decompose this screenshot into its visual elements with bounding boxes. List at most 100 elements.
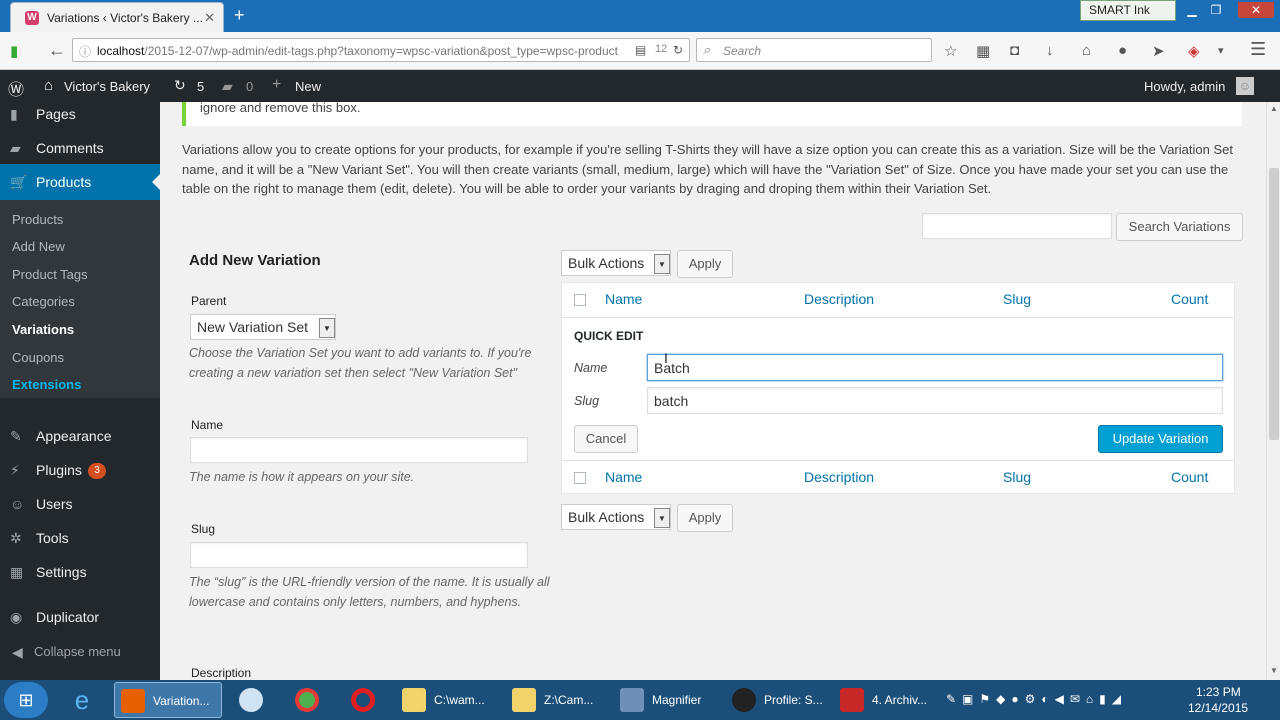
taskbar-item-explorer-cam[interactable]: Z:\Cam...	[506, 682, 610, 718]
howdy-text[interactable]: Howdy, admin	[1144, 79, 1225, 94]
reload-icon[interactable]: ↻	[673, 43, 683, 57]
taskbar-item-explorer-wamp[interactable]: C:\wam...	[396, 682, 510, 718]
submenu-product-tags[interactable]: Product Tags	[12, 267, 88, 282]
chat-icon[interactable]: ●	[1118, 42, 1127, 59]
submenu-coupons[interactable]: Coupons	[12, 350, 64, 365]
new-content-link[interactable]: New	[295, 79, 321, 94]
zoom-level-text: 12	[655, 43, 668, 55]
addon-dropdown-icon[interactable]: ▾	[1218, 44, 1224, 57]
column-count-footer[interactable]: Count	[1171, 469, 1208, 485]
bulk-actions-select-top[interactable]: Bulk Actions ▼	[561, 250, 671, 276]
parent-select[interactable]: New Variation Set ▼	[190, 314, 336, 340]
scrollbar-thumb[interactable]	[1269, 168, 1279, 440]
reading-list-icon[interactable]: ▦	[976, 42, 990, 60]
browser-tab[interactable]: W Variations ‹ Victor's Bakery ... ✕	[10, 2, 224, 32]
submenu-variations[interactable]: Variations	[12, 322, 74, 337]
bookmark-star-icon[interactable]: ☆	[944, 42, 957, 60]
chevron-down-icon: ▼	[654, 508, 670, 528]
taskbar-item-opera[interactable]	[340, 682, 386, 718]
taskbar-item-magnifier[interactable]: Magnifier	[614, 682, 720, 718]
taskbar-item-pdf[interactable]: 4. Archiv...	[834, 682, 938, 718]
window-close-button[interactable]: ✕	[1238, 2, 1274, 18]
submenu-products[interactable]: Products	[12, 212, 63, 227]
internet-explorer-icon[interactable]: e	[62, 684, 102, 716]
name-input[interactable]	[190, 437, 528, 463]
submenu-extensions[interactable]: Extensions	[12, 377, 81, 392]
reader-icon[interactable]: ▤	[635, 43, 646, 57]
add-new-variation-title: Add New Variation	[189, 252, 321, 269]
slug-label: Slug	[191, 522, 216, 536]
url-bar[interactable]: ⓘ localhost/2015-12-07/wp-admin/edit-tag…	[72, 38, 690, 62]
sidebar-item-pages[interactable]: ▮ Pages	[0, 106, 160, 130]
column-count[interactable]: Count	[1171, 291, 1208, 307]
tab-close-icon[interactable]: ✕	[204, 10, 215, 26]
apply-button-top[interactable]: Apply	[677, 250, 733, 278]
taskbar-item-firefox[interactable]: Variation...	[114, 682, 222, 718]
quick-edit-name-input[interactable]: Batch	[647, 354, 1223, 381]
site-name-link[interactable]: Victor's Bakery	[64, 79, 150, 94]
select-all-checkbox[interactable]	[574, 294, 586, 306]
text-cursor-icon: I	[664, 350, 668, 366]
updates-count[interactable]: 5	[197, 79, 204, 94]
taskbar-item-chrome[interactable]	[284, 682, 330, 718]
search-variations-input[interactable]	[922, 213, 1112, 239]
column-name-footer[interactable]: Name	[605, 469, 642, 485]
smart-ink-toolbar[interactable]: SMART Ink	[1080, 0, 1176, 21]
column-name[interactable]: Name	[605, 291, 642, 307]
send-icon[interactable]: ➤	[1152, 42, 1165, 60]
back-button-icon[interactable]: ←	[48, 40, 66, 61]
home-icon[interactable]: ⌂	[1082, 42, 1091, 59]
taskbar-item-safari[interactable]	[228, 682, 274, 718]
sidebar-item-settings[interactable]: ▦ Settings	[0, 564, 160, 588]
clock-time[interactable]: 1:23 PM	[1196, 685, 1241, 699]
comments-count[interactable]: 0	[246, 79, 253, 94]
slug-input[interactable]	[190, 542, 528, 568]
column-slug[interactable]: Slug	[1003, 291, 1031, 307]
avatar[interactable]: ☺	[1236, 77, 1254, 95]
addon-icon[interactable]: ◈	[1188, 42, 1200, 60]
sidebar-item-appearance[interactable]: ✎ Appearance	[0, 428, 160, 452]
collapse-menu-button[interactable]: ◀ Collapse menu	[0, 644, 160, 664]
bulk-actions-select-bottom[interactable]: Bulk Actions ▼	[561, 504, 671, 530]
wordpress-logo-icon[interactable]: Ⓦ	[8, 76, 24, 100]
hamburger-menu-icon[interactable]: ☰	[1250, 39, 1266, 60]
select-all-checkbox-bottom[interactable]	[574, 472, 586, 484]
sidebar-item-tools[interactable]: ✲ Tools	[0, 530, 160, 554]
cancel-button[interactable]: Cancel	[574, 425, 638, 453]
sidebar-item-comments[interactable]: ▰ Comments	[0, 140, 160, 164]
quick-edit-slug-input[interactable]: batch	[647, 387, 1223, 414]
plus-icon[interactable]: +	[272, 76, 281, 94]
scroll-down-icon[interactable]: ▼	[1270, 666, 1278, 675]
system-tray-icons[interactable]: ✎▣⚑◆●⚙◐◀✉⌂▮◢	[946, 692, 1127, 706]
cart-icon: 🛒	[10, 174, 28, 190]
submenu-categories[interactable]: Categories	[12, 294, 75, 309]
apply-button-bottom[interactable]: Apply	[677, 504, 733, 532]
updates-icon[interactable]: ↻	[174, 77, 186, 94]
sidebar-item-duplicator[interactable]: ◉ Duplicator	[0, 609, 160, 633]
search-bar[interactable]: ⌕ Search	[696, 38, 932, 62]
window-maximize-button[interactable]: ❐	[1204, 2, 1228, 18]
column-description-footer[interactable]: Description	[804, 469, 874, 485]
description-label: Description	[191, 666, 252, 680]
pocket-icon[interactable]: ◘	[1010, 42, 1019, 59]
comments-icon[interactable]: ▰	[222, 78, 233, 95]
page-scrollbar[interactable]: ▲ ▼	[1266, 102, 1280, 680]
taskbar-item-obs-profile[interactable]: Profile: S...	[726, 682, 830, 718]
sidebar-item-products[interactable]: 🛒 Products	[0, 164, 160, 200]
sidebar-item-users[interactable]: ☺ Users	[0, 496, 160, 520]
submenu-add-new[interactable]: Add New	[12, 239, 65, 254]
downloads-icon[interactable]: ↓	[1046, 42, 1054, 59]
update-variation-button[interactable]: Update Variation	[1098, 425, 1223, 453]
new-tab-button[interactable]: +	[234, 5, 245, 26]
sidebar-item-plugins[interactable]: ⚡ Plugins 3	[0, 462, 160, 486]
url-text: localhost/2015-12-07/wp-admin/edit-tags.…	[97, 44, 618, 58]
start-button-icon[interactable]: ⊞	[4, 682, 48, 718]
column-description[interactable]: Description	[804, 291, 874, 307]
window-minimize-button[interactable]: ▁	[1180, 2, 1204, 18]
pdf-icon	[840, 688, 864, 712]
parent-description: Choose the Variation Set you want to add…	[189, 346, 532, 380]
scroll-up-icon[interactable]: ▲	[1270, 104, 1278, 113]
search-variations-button[interactable]: Search Variations	[1116, 213, 1243, 241]
column-slug-footer[interactable]: Slug	[1003, 469, 1031, 485]
clock-date[interactable]: 12/14/2015	[1188, 701, 1248, 715]
